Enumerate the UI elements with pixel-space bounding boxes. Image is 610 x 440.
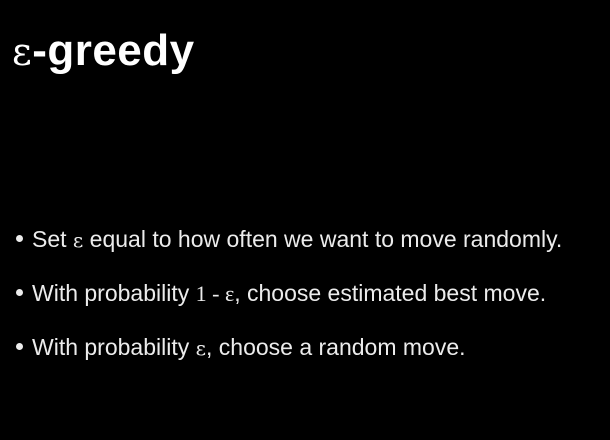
bullet-dot-icon (16, 343, 23, 351)
bullet-text-pre: With probability (32, 280, 196, 306)
bullet-dot-icon (16, 289, 23, 297)
bullet-text-post: , choose estimated best move. (234, 280, 547, 306)
bullet-epsilon-symbol: ε (72, 228, 84, 252)
title-text: -greedy (32, 26, 195, 75)
slide-title: ε-greedy (12, 26, 195, 77)
slide: ε-greedy Set ε equal to how often we wan… (0, 0, 610, 440)
bullet-text-post: equal to how often we want to move rando… (83, 226, 563, 252)
title-epsilon-symbol: ε (12, 30, 33, 74)
bullet-item-best-move: With probability 1 - ε, choose estimated… (16, 280, 562, 307)
bullet-item-set-epsilon: Set ε equal to how often we want to move… (16, 226, 562, 253)
bullet-text-post: , choose a random move. (206, 334, 466, 360)
bullet-probability-formula: 1 - ε (195, 281, 235, 306)
bullet-list: Set ε equal to how often we want to move… (16, 226, 562, 388)
bullet-epsilon-symbol: ε (195, 336, 206, 360)
bullet-item-random-move: With probability ε, choose a random move… (16, 334, 562, 361)
bullet-text-pre: Set (32, 226, 73, 252)
bullet-dot-icon (16, 235, 23, 243)
bullet-text-pre: With probability (32, 334, 196, 360)
